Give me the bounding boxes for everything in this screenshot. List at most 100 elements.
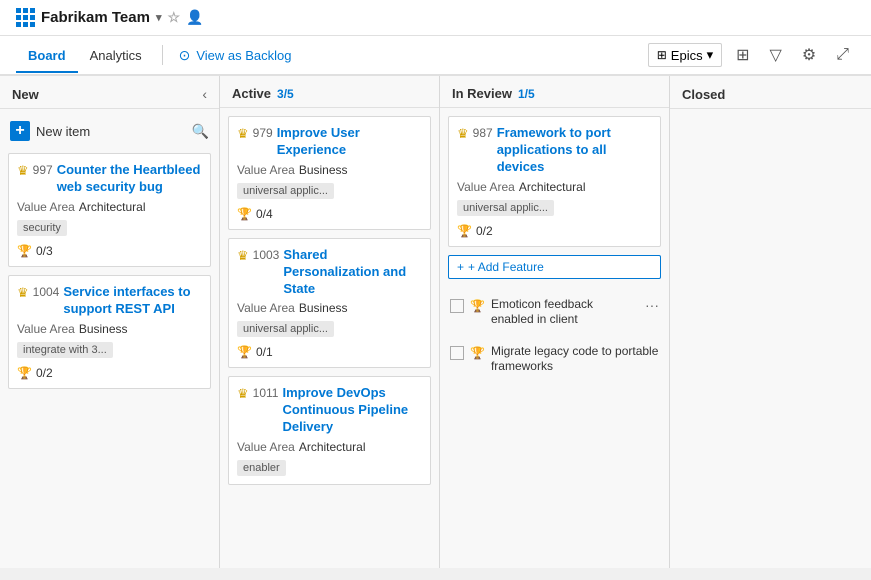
search-icon[interactable]: 🔍	[192, 123, 209, 140]
card-1003-score: 0/1	[256, 345, 273, 359]
column-body-new: + New item 🔍 ♛ 997 Counter the Heartblee…	[0, 109, 219, 568]
board-container: New ‹ + New item 🔍 ♛ 997 Counter the Hea…	[0, 76, 871, 568]
toolbar: Board Analytics ⊙ View as Backlog ⊞ Epic…	[0, 36, 871, 76]
app-logo: Fabrikam Team ▾ ☆ 👤	[16, 8, 203, 27]
settings-icon[interactable]: ⚙	[796, 41, 822, 69]
chevron-down-icon[interactable]: ▾	[156, 11, 162, 24]
card-979-footer: 🏆 0/4	[237, 207, 422, 221]
column-new: New ‹ + New item 🔍 ♛ 997 Counter the Hea…	[0, 76, 220, 568]
tab-board[interactable]: Board	[16, 40, 78, 73]
feature-item-0: 🏆 Emoticon feedback enabled in client ··…	[448, 293, 661, 332]
epics-label: Epics	[671, 48, 703, 63]
more-options-icon[interactable]: ···	[645, 297, 659, 313]
card-997-field: Value Area Architectural	[17, 200, 202, 214]
star-icon[interactable]: ☆	[167, 9, 180, 26]
backlog-icon: ⊙	[179, 47, 191, 64]
card-1003[interactable]: ♛ 1003 Shared Personalization and State …	[228, 238, 431, 369]
card-987-header: ♛ 987 Framework to port applications to …	[457, 125, 652, 176]
filter-icon[interactable]: ▽	[764, 41, 788, 69]
card-1003-footer: 🏆 0/1	[237, 345, 422, 359]
feature-checkbox-0[interactable]	[450, 299, 464, 313]
add-feature-label: + Add Feature	[468, 260, 544, 274]
new-item-row: + New item 🔍	[8, 117, 211, 145]
crown-icon: ♛	[237, 126, 249, 142]
card-1004-header: ♛ 1004 Service interfaces to support RES…	[17, 284, 202, 318]
card-997-tag[interactable]: security	[17, 220, 67, 236]
card-979-field: Value Area Business	[237, 163, 422, 177]
column-active: Active 3/5 ♛ 979 Improve User Experience…	[220, 76, 440, 568]
card-979-title: Improve User Experience	[277, 125, 422, 159]
column-settings-icon[interactable]: ⊞	[730, 41, 755, 69]
crown-icon: ♛	[457, 126, 469, 142]
card-1003-title: Shared Personalization and State	[283, 247, 422, 298]
card-1003-id: 1003	[253, 248, 280, 262]
card-1003-field: Value Area Business	[237, 301, 422, 315]
card-1011-header: ♛ 1011 Improve DevOps Continuous Pipelin…	[237, 385, 422, 436]
add-feature-button[interactable]: + + Add Feature	[448, 255, 661, 279]
card-1011-tag[interactable]: enabler	[237, 460, 286, 476]
card-1003-tag[interactable]: universal applic...	[237, 321, 334, 337]
feature-text-1: Migrate legacy code to portable framewor…	[491, 344, 659, 375]
column-in-review: In Review 1/5 ♛ 987 Framework to port ap…	[440, 76, 670, 568]
column-title-active: Active	[232, 86, 271, 101]
app-header: Fabrikam Team ▾ ☆ 👤	[0, 0, 871, 36]
card-987-tag[interactable]: universal applic...	[457, 200, 554, 216]
card-979-header: ♛ 979 Improve User Experience	[237, 125, 422, 159]
logo-grid-icon	[16, 8, 35, 27]
card-997-title: Counter the Heartbleed web security bug	[57, 162, 202, 196]
feature-item-1: 🏆 Migrate legacy code to portable framew…	[448, 340, 661, 379]
toolbar-left: Board Analytics ⊙ View as Backlog	[16, 40, 299, 71]
card-1004-score: 0/2	[36, 366, 53, 380]
card-987-field: Value Area Architectural	[457, 180, 652, 194]
feature-checkbox-1[interactable]	[450, 346, 464, 360]
column-count-active: 3/5	[277, 87, 294, 101]
column-header-active: Active 3/5	[220, 76, 439, 108]
new-item-label: New item	[36, 124, 186, 139]
card-987[interactable]: ♛ 987 Framework to port applications to …	[448, 116, 661, 247]
add-feature-plus-icon: +	[457, 260, 464, 274]
feature-text-0: Emoticon feedback enabled in client	[491, 297, 639, 328]
people-icon[interactable]: 👤	[186, 9, 203, 26]
card-1004-tag[interactable]: integrate with 3...	[17, 342, 113, 358]
crown-icon: ♛	[237, 386, 249, 402]
column-title-new: New	[12, 87, 39, 102]
card-1004[interactable]: ♛ 1004 Service interfaces to support RES…	[8, 275, 211, 389]
card-987-title: Framework to port applications to all de…	[497, 125, 652, 176]
card-997[interactable]: ♛ 997 Counter the Heartbleed web securit…	[8, 153, 211, 267]
card-979-score: 0/4	[256, 207, 273, 221]
card-979-tag[interactable]: universal applic...	[237, 183, 334, 199]
card-1004-field-value: Business	[79, 322, 128, 336]
add-new-item-button[interactable]: +	[10, 121, 30, 141]
card-979[interactable]: ♛ 979 Improve User Experience Value Area…	[228, 116, 431, 230]
trophy-icon: 🏆	[470, 299, 485, 313]
collapse-new-icon[interactable]: ‹	[202, 86, 207, 102]
column-header-new: New ‹	[0, 76, 219, 109]
expand-icon[interactable]: ⤢	[830, 42, 855, 68]
trophy-icon: 🏆	[237, 345, 252, 359]
card-987-footer: 🏆 0/2	[457, 224, 652, 238]
epics-button[interactable]: ⊞ Epics ▾	[648, 43, 722, 67]
view-backlog-label: View as Backlog	[196, 48, 291, 63]
card-997-field-value: Architectural	[79, 200, 146, 214]
crown-icon: ♛	[237, 248, 249, 264]
card-997-field-label: Value Area	[17, 200, 75, 214]
trophy-icon: 🏆	[17, 244, 32, 258]
column-header-closed: Closed ›	[670, 76, 871, 109]
column-count-in-review: 1/5	[518, 87, 535, 101]
card-1004-title: Service interfaces to support REST API	[63, 284, 202, 318]
card-1004-footer: 🏆 0/2	[17, 366, 202, 380]
card-1011-field: Value Area Architectural	[237, 440, 422, 454]
crown-icon: ♛	[17, 163, 29, 179]
trophy-icon: 🏆	[237, 207, 252, 221]
tab-analytics[interactable]: Analytics	[78, 40, 154, 73]
team-name: Fabrikam Team	[41, 9, 150, 26]
trophy-icon: 🏆	[457, 224, 472, 238]
epics-chevron-icon: ▾	[707, 47, 714, 63]
view-as-backlog-button[interactable]: ⊙ View as Backlog	[171, 43, 300, 68]
column-title-closed: Closed	[682, 87, 725, 102]
card-997-score: 0/3	[36, 244, 53, 258]
card-1011[interactable]: ♛ 1011 Improve DevOps Continuous Pipelin…	[228, 376, 431, 485]
card-1011-id: 1011	[253, 386, 279, 400]
column-body-closed	[670, 109, 871, 568]
card-987-score: 0/2	[476, 224, 493, 238]
